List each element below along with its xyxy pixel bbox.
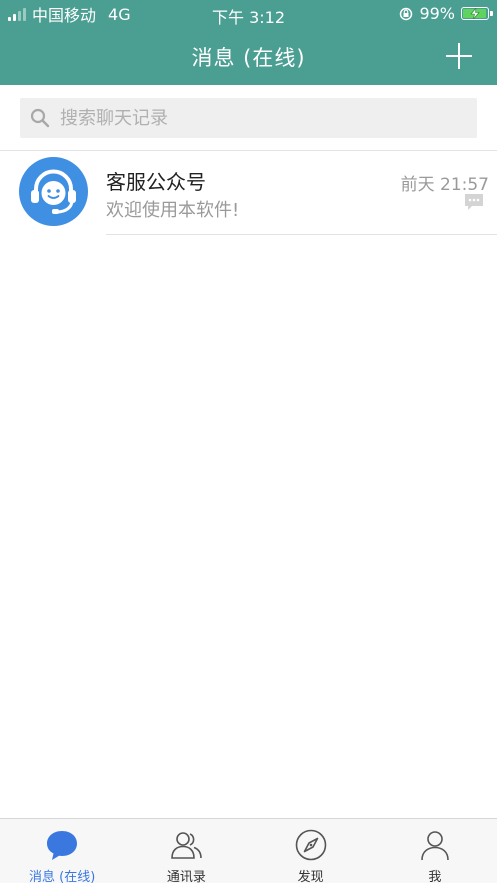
conversation-item[interactable]: 客服公众号 前天 21:57 欢迎使用本软件! (0, 151, 497, 235)
rotation-lock-icon (400, 7, 413, 20)
tab-label: 通讯录 (166, 870, 206, 883)
avatar (19, 157, 88, 226)
tab-bar: 消息 (在线) 通讯录 发现 我 (0, 818, 497, 883)
status-right: 99% (399, 4, 493, 23)
status-bar: 中国移动 4G 下午 3:12 99% (0, 0, 497, 28)
charging-bolt-icon (470, 8, 480, 19)
screen: 中国移动 4G 下午 3:12 99% 消息 (在线) 搜索聊天记录 客服公众号… (0, 0, 497, 883)
contacts-icon (171, 832, 203, 859)
tab-label: 发现 (297, 870, 324, 883)
search-icon (30, 108, 50, 128)
divider (106, 234, 497, 235)
tab-contacts[interactable]: 通讯录 (124, 819, 248, 883)
battery-percent: 99% (419, 4, 455, 23)
page-title: 消息 (在线) (191, 46, 306, 70)
conversation-name: 客服公众号 (106, 170, 206, 194)
battery-icon (461, 7, 493, 20)
tab-messages[interactable]: 消息 (在线) (0, 819, 124, 883)
tab-label: 我 (428, 870, 442, 883)
message-bubble-icon (465, 194, 483, 210)
search-bar[interactable] (20, 98, 477, 138)
chat-bubble-icon (47, 831, 78, 860)
compass-icon (295, 829, 326, 861)
tab-discover[interactable]: 发现 (249, 819, 373, 883)
tab-me[interactable]: 我 (373, 819, 497, 883)
headset-support-icon (31, 169, 76, 214)
conversation-preview: 欢迎使用本软件! (106, 200, 240, 221)
tab-label: 消息 (在线) (28, 870, 96, 883)
search-input[interactable] (58, 106, 442, 130)
add-button[interactable] (445, 42, 473, 70)
title-row: 消息 (在线) (0, 28, 497, 85)
plus-icon (446, 43, 472, 69)
app-header: 中国移动 4G 下午 3:12 99% 消息 (在线) (0, 0, 497, 85)
search-section (0, 85, 497, 151)
person-icon (421, 831, 449, 861)
